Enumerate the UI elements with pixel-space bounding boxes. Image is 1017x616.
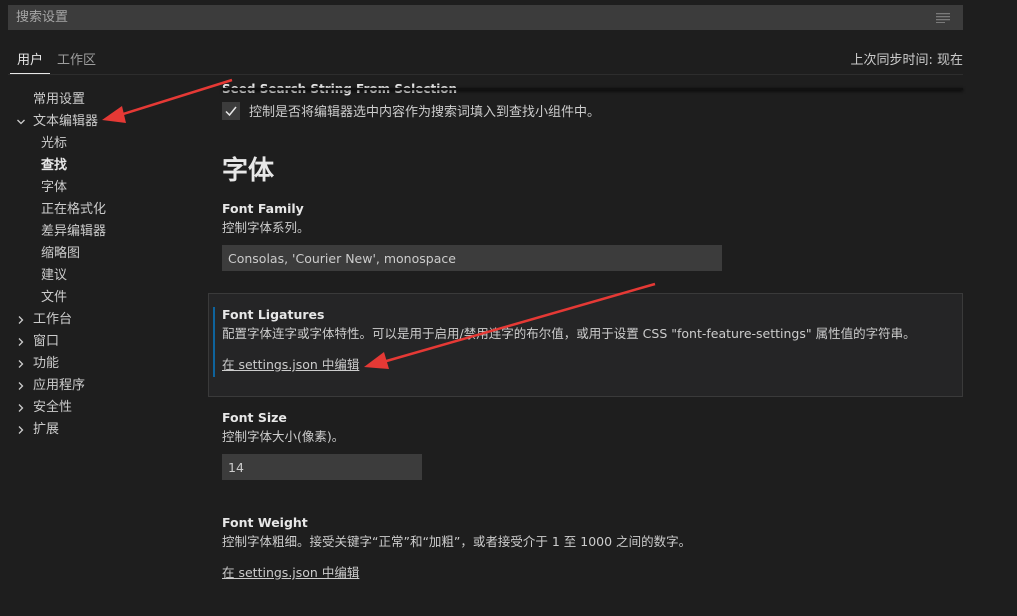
chevron-right-icon[interactable] [16, 381, 26, 391]
chevron-right-icon[interactable] [16, 425, 26, 435]
seed-search-description: 控制是否将编辑器选中内容作为搜索词填入到查找小组件中。 [249, 105, 601, 120]
toc-item-text-editor[interactable]: 文本编辑器 [8, 111, 198, 133]
toc-item-label: 差异编辑器 [41, 224, 107, 239]
settings-search-input[interactable] [9, 6, 962, 29]
chevron-right-icon[interactable] [16, 315, 26, 325]
toc-item-diff-editor[interactable]: 差异编辑器 [8, 221, 198, 243]
toc-item-label: 安全性 [33, 400, 73, 415]
toc-item-label: 扩展 [33, 422, 60, 437]
toc-item-font[interactable]: 字体 [8, 177, 198, 199]
toc-item-security[interactable]: 安全性 [8, 397, 198, 419]
toc-item-application[interactable]: 应用程序 [8, 375, 198, 397]
toc-item-extensions[interactable]: 扩展 [8, 419, 198, 441]
toc-item-label: 功能 [33, 356, 60, 371]
toc-item-suggestions[interactable]: 建议 [8, 265, 198, 287]
font-ligatures-label: Font Ligatures [222, 307, 325, 322]
seed-search-checkbox[interactable] [222, 101, 240, 120]
chevron-right-icon[interactable] [16, 403, 26, 413]
font-size-setting: Font Size 控制字体大小(像素)。 [222, 409, 962, 480]
toc-item-label: 正在格式化 [41, 202, 107, 217]
settings-toc: 常用设置 文本编辑器 光标 查找 字体 正在格式化 差异编辑器 缩略图 建议 文… [8, 89, 198, 441]
font-weight-edit-link[interactable]: 在 settings.json 中编辑 [222, 562, 359, 581]
toc-item-label: 文件 [41, 290, 68, 305]
toc-item-workbench[interactable]: 工作台 [8, 309, 198, 331]
settings-search-bar[interactable] [8, 5, 963, 30]
font-family-setting: Font Family 控制字体系列。 [222, 200, 962, 271]
toc-item-find[interactable]: 查找 [8, 155, 198, 177]
font-family-description: 控制字体系列。 [222, 220, 310, 235]
seed-search-setting: 控制是否将编辑器选中内容作为搜索词填入到查找小组件中。 [222, 101, 600, 120]
toc-item-files[interactable]: 文件 [8, 287, 198, 309]
toc-item-label: 常用设置 [33, 92, 86, 107]
toc-item-label: 文本编辑器 [33, 114, 99, 129]
toc-item-label: 建议 [41, 268, 68, 283]
toc-item-formatting[interactable]: 正在格式化 [8, 199, 198, 221]
font-ligatures-setting: Font Ligatures 配置字体连字或字体特性。可以是用于启用/禁用连字的… [208, 293, 963, 397]
toc-item-window[interactable]: 窗口 [8, 331, 198, 353]
sync-status: 上次同步时间: 现在 [850, 53, 963, 68]
font-size-input[interactable] [222, 454, 422, 480]
section-heading-font: 字体 [222, 156, 275, 186]
toc-item-label: 窗口 [33, 334, 60, 349]
font-family-label: Font Family [222, 201, 304, 216]
toc-item-label: 查找 [41, 158, 68, 173]
chevron-right-icon[interactable] [16, 359, 26, 369]
toc-item-label: 字体 [41, 180, 68, 195]
tab-workspace[interactable]: 工作区 [50, 44, 103, 74]
toc-item-label: 缩略图 [41, 246, 81, 261]
scroll-shadow [222, 88, 963, 90]
font-ligatures-description: 配置字体连字或字体特性。可以是用于启用/禁用连字的布尔值，或用于设置 CSS "… [222, 326, 916, 341]
checkmark-icon [225, 106, 237, 116]
font-weight-label: Font Weight [222, 515, 308, 530]
chevron-down-icon[interactable] [16, 117, 26, 127]
focus-indicator-bar [213, 307, 215, 377]
tab-user[interactable]: 用户 [10, 44, 51, 74]
toc-item-commonly-used[interactable]: 常用设置 [8, 89, 198, 111]
toc-item-minimap[interactable]: 缩略图 [8, 243, 198, 265]
toc-item-label: 应用程序 [33, 378, 86, 393]
filter-list-icon[interactable] [936, 13, 950, 23]
chevron-right-icon[interactable] [16, 337, 26, 347]
toc-item-label: 工作台 [33, 312, 73, 327]
font-weight-description: 控制字体粗细。接受关键字“正常”和“加粗”，或者接受介于 1 至 1000 之间… [222, 534, 692, 549]
settings-content: Seed Search String From Selection 控制是否将编… [208, 76, 968, 616]
tab-divider [8, 74, 963, 75]
settings-scope-tabs: 用户 工作区 [10, 44, 103, 74]
font-weight-setting: Font Weight 控制字体粗细。接受关键字“正常”和“加粗”，或者接受介于… [222, 514, 962, 581]
font-size-label: Font Size [222, 410, 287, 425]
toc-item-features[interactable]: 功能 [8, 353, 198, 375]
font-size-description: 控制字体大小(像素)。 [222, 429, 345, 444]
toc-item-cursor[interactable]: 光标 [8, 133, 198, 155]
font-ligatures-edit-link[interactable]: 在 settings.json 中编辑 [222, 354, 359, 373]
toc-item-label: 光标 [41, 136, 68, 151]
font-family-input[interactable] [222, 245, 722, 271]
